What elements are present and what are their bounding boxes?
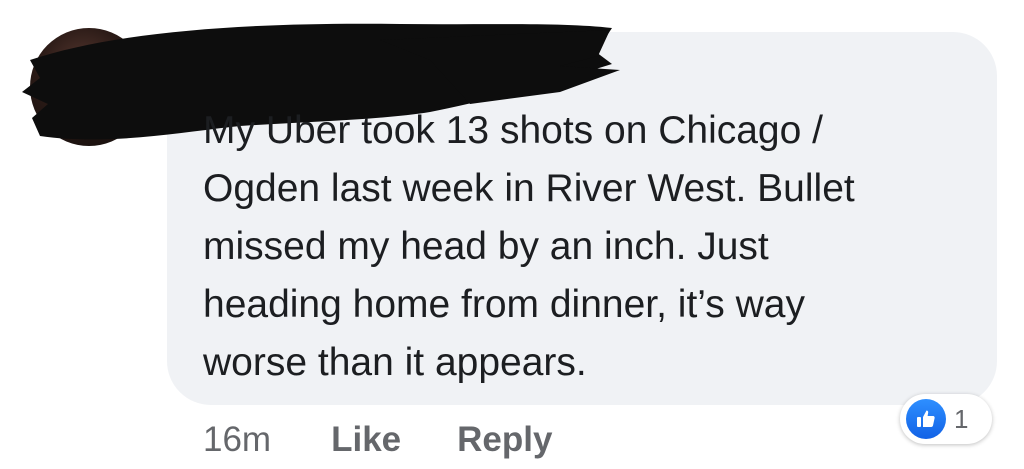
like-button[interactable]: Like bbox=[331, 420, 401, 460]
comment-line: missed my head by an inch. Just bbox=[203, 225, 769, 268]
comment-line: worse than it appears. bbox=[203, 341, 587, 384]
reaction-count: 1 bbox=[954, 403, 969, 434]
comment-text: My Uber took 13 shots on Chicago / Ogden… bbox=[203, 102, 983, 392]
comment-actions: 16m Like Reply bbox=[203, 418, 608, 462]
like-icon bbox=[906, 399, 946, 439]
reply-button[interactable]: Reply bbox=[457, 420, 552, 460]
comment-line: My Uber took 13 shots on Chicago / bbox=[203, 109, 823, 152]
reaction-summary[interactable]: 1 bbox=[900, 394, 992, 444]
comment-line: Ogden last week in River West. Bullet bbox=[203, 167, 855, 210]
comment-timestamp[interactable]: 16m bbox=[203, 420, 271, 460]
comment-line: heading home from dinner, it’s way bbox=[203, 283, 805, 326]
